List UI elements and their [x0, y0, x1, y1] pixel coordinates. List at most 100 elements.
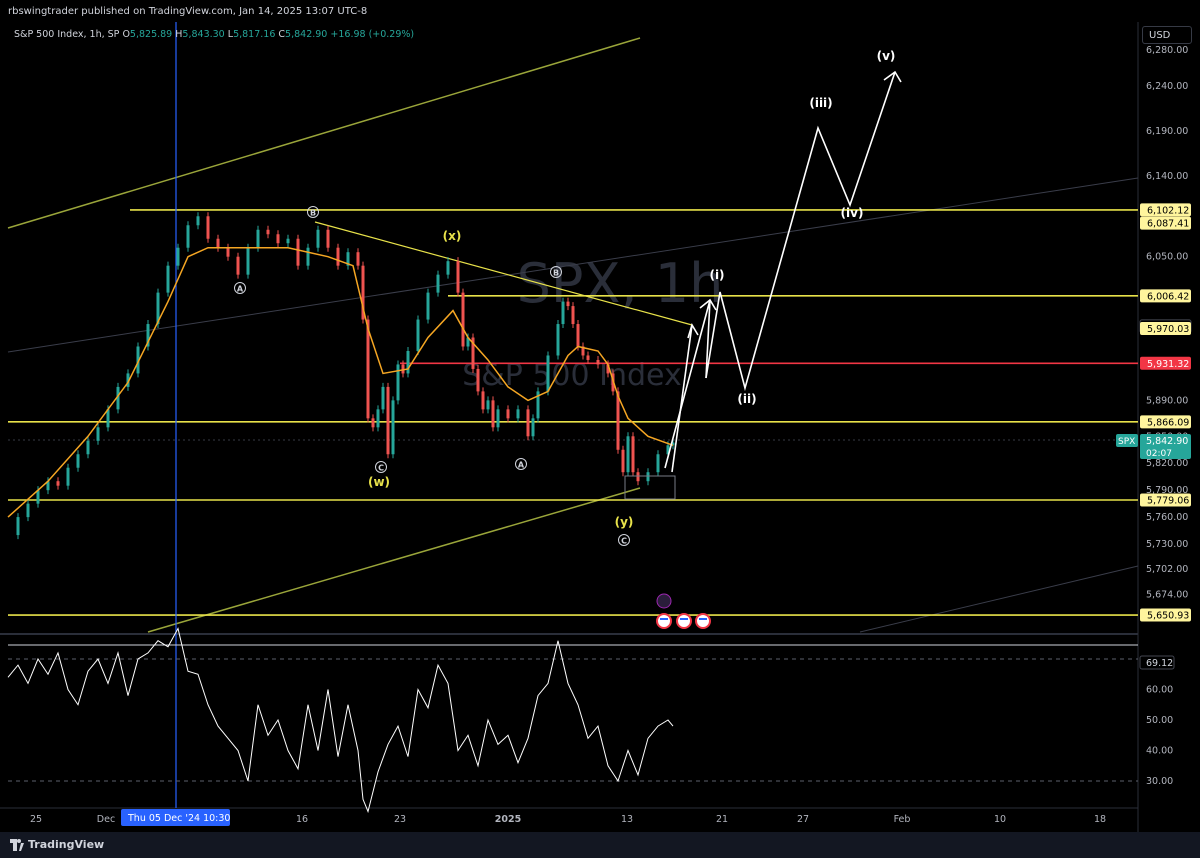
candle-body	[476, 368, 480, 392]
legend-low: 5,817.16	[233, 29, 276, 40]
currency-selector[interactable]: USD	[1142, 26, 1192, 44]
candle-body	[526, 409, 530, 437]
level-price-label: 5,779.06	[1147, 496, 1189, 507]
time-tick-label: 25	[30, 814, 42, 825]
candle-body	[446, 261, 450, 275]
economic-event-flag-icon	[656, 613, 672, 629]
wave-label: (x)	[443, 229, 462, 243]
wave-label: B	[310, 209, 316, 218]
candle-body	[206, 216, 210, 239]
candle-body	[506, 409, 510, 419]
candle-body	[56, 481, 60, 486]
price-tick-label: 6,280.00	[1146, 45, 1188, 56]
level-price-label: 5,866.09	[1147, 417, 1189, 428]
rsi-tick-label: 60.00	[1146, 685, 1173, 696]
wave-label: (iii)	[809, 96, 832, 110]
price-tick-label: 5,890.00	[1146, 395, 1188, 406]
candle-body	[176, 247, 180, 266]
candle-body	[576, 324, 580, 347]
candle-body	[586, 355, 590, 360]
candle-body	[26, 503, 30, 518]
symbol-tag-label: SPX	[1118, 437, 1135, 447]
candle-body	[246, 247, 250, 275]
candle-body	[546, 355, 550, 392]
candle-body	[196, 216, 200, 226]
event-icon	[656, 593, 672, 609]
price-tick-label: 6,140.00	[1146, 171, 1188, 182]
level-price-label: 5,970.03	[1147, 324, 1189, 335]
candle-body	[381, 386, 385, 410]
candle-body	[266, 229, 270, 235]
candle-body	[481, 391, 485, 410]
wave-label: (v)	[877, 49, 896, 63]
tradingview-logo-icon	[10, 839, 24, 851]
candle-body	[226, 247, 230, 257]
level-price-label: 5,931.32	[1147, 359, 1189, 370]
wave-label: (w)	[368, 475, 390, 489]
level-price-label: 5,650.93	[1147, 611, 1189, 622]
candle-body	[391, 400, 395, 455]
chart-root: rbswingtrader published on TradingView.c…	[0, 0, 1200, 858]
candle-body	[186, 225, 190, 248]
rsi-tick-label: 50.00	[1146, 715, 1173, 726]
time-tick-label: 23	[394, 814, 406, 825]
candle-body	[166, 265, 170, 293]
tradingview-brand: TradingView	[28, 838, 105, 851]
candle-body	[376, 409, 380, 428]
candle-body	[256, 229, 260, 248]
candle-body	[566, 301, 570, 307]
candle-body	[386, 386, 390, 455]
symbol-legend: S&P 500 Index, 1h, SP O5,825.89 H5,843.3…	[14, 29, 414, 40]
wave-label: A	[518, 461, 525, 470]
candle-body	[326, 229, 330, 248]
candle-body	[426, 292, 430, 320]
candle-body	[496, 409, 500, 428]
candle-body	[571, 306, 575, 325]
candle-body	[631, 436, 635, 473]
price-tick-label: 6,190.00	[1146, 126, 1188, 137]
candle-body	[406, 350, 410, 374]
chart-canvas[interactable]: SPX, 1hS&P 500 IndexAB(x)BC(w)A(y)C(i)(i…	[0, 0, 1200, 832]
candle-body	[286, 238, 290, 244]
wave-label: C	[378, 464, 384, 473]
flag-stripe	[660, 618, 668, 620]
level-price-label: 6,087.41	[1147, 219, 1189, 230]
candle-body	[516, 409, 520, 419]
rsi-current-value: 69.12	[1146, 658, 1173, 669]
time-tick-label: 27	[797, 814, 809, 825]
candle-body	[296, 238, 300, 266]
level-price-label: 6,006.42	[1147, 291, 1189, 302]
price-tick-label: 6,050.00	[1146, 252, 1188, 263]
legend-change: +16.98 (+0.29%)	[330, 29, 415, 40]
candle-body	[86, 440, 90, 455]
candle-body	[656, 454, 660, 473]
candle-body	[531, 418, 535, 437]
candle-body	[556, 324, 560, 356]
wave-label: (iv)	[841, 206, 864, 220]
time-tick-label: 18	[1094, 814, 1106, 825]
candle-body	[366, 319, 370, 419]
time-tick-label: 10	[994, 814, 1006, 825]
candle-body	[616, 391, 620, 450]
candle-body	[416, 319, 420, 351]
price-tick-label: 5,730.00	[1146, 539, 1188, 550]
candle-body	[96, 427, 100, 441]
legend-high: 5,843.30	[182, 29, 225, 40]
economic-event-flag-icon	[695, 613, 711, 629]
crosshair-time-label: Thu 05 Dec '24 10:30	[127, 813, 230, 824]
price-tick-label: 5,760.00	[1146, 512, 1188, 523]
economic-event-flag-icon	[676, 613, 692, 629]
wave-label: (i)	[709, 268, 724, 282]
time-tick-label: 21	[716, 814, 728, 825]
candle-body	[646, 472, 650, 482]
time-tick-label: Feb	[894, 814, 911, 825]
rsi-pane	[0, 636, 1138, 808]
candle-body	[636, 472, 640, 482]
flag-stripe	[699, 618, 707, 620]
last-price-value: 5,842.90	[1146, 436, 1188, 447]
bar-countdown: 02:07	[1146, 449, 1172, 459]
candle-body	[316, 229, 320, 248]
candle-body	[16, 517, 20, 536]
time-tick-label: Dec	[97, 814, 115, 825]
rsi-tick-label: 30.00	[1146, 776, 1173, 787]
